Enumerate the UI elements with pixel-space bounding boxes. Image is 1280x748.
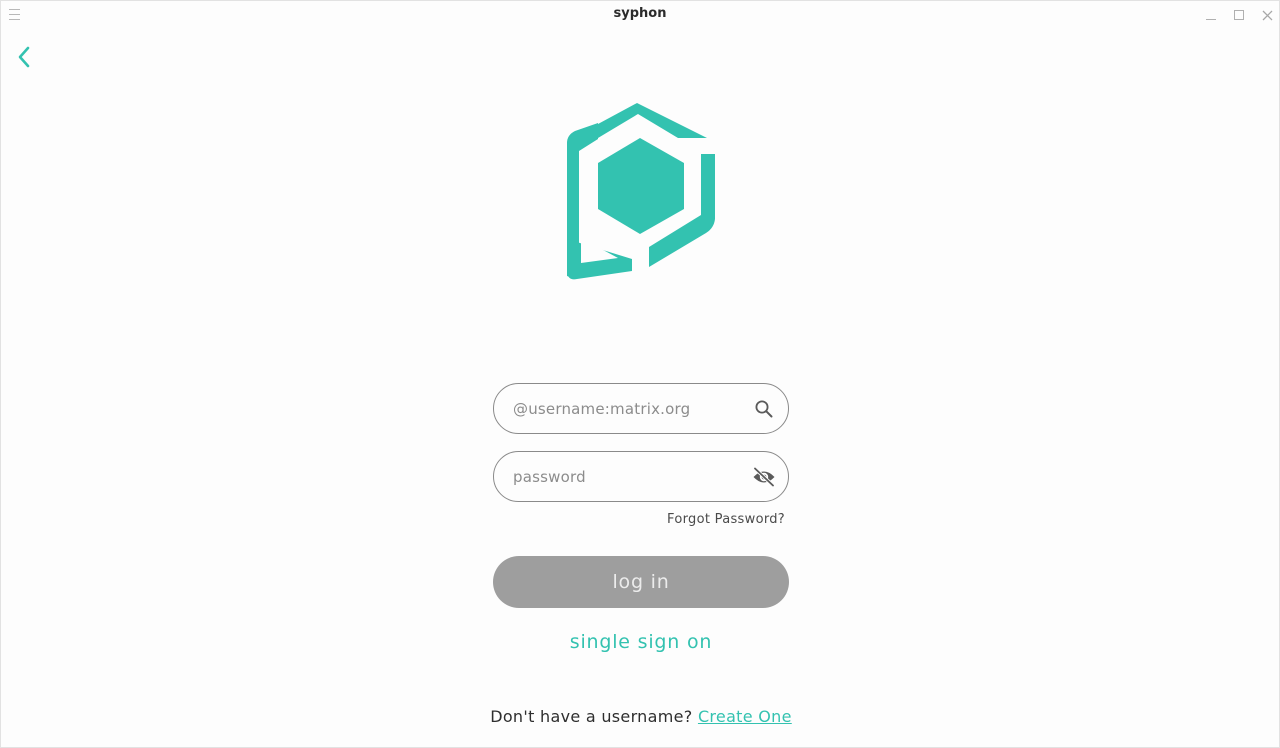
back-button[interactable] [13, 45, 35, 69]
minimize-icon[interactable] [1203, 7, 1219, 23]
forgot-password-link[interactable]: Forgot Password? [601, 512, 785, 527]
close-icon[interactable] [1259, 7, 1275, 23]
maximize-icon[interactable] [1231, 7, 1247, 23]
chevron-left-icon [18, 46, 30, 68]
username-field [493, 383, 789, 434]
create-account-link[interactable]: Create One [698, 707, 792, 726]
password-field [493, 451, 789, 502]
username-input[interactable] [513, 399, 733, 418]
password-input[interactable] [513, 467, 733, 486]
search-icon[interactable] [752, 397, 776, 421]
signup-prompt-text: Don't have a username? [490, 707, 698, 726]
visibility-off-icon[interactable] [752, 465, 776, 489]
login-button[interactable]: log in [493, 556, 789, 608]
single-sign-on-button[interactable]: single sign on [441, 631, 841, 653]
syphon-logo [561, 101, 721, 283]
title-bar: syphon [1, 1, 1279, 29]
window-title: syphon [613, 6, 667, 21]
signup-prompt: Don't have a username? Create One [341, 707, 941, 726]
app-window: syphon @username:matrix.org Forgot Passw… [0, 0, 1280, 748]
